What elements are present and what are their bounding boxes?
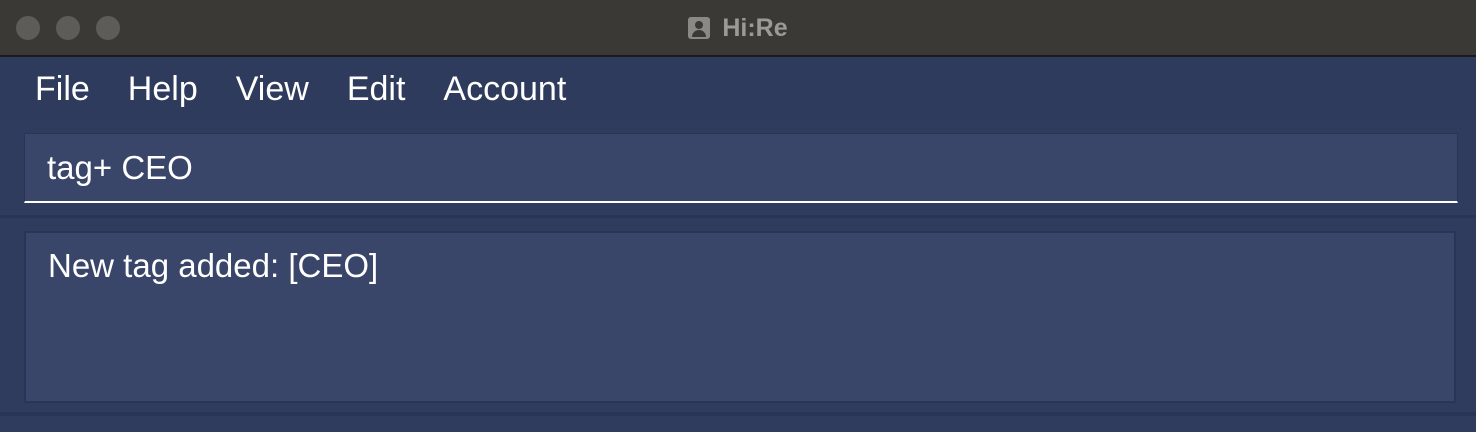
main-content: New tag added: [CEO]: [0, 121, 1476, 432]
app-window: Hi:Re File Help View Edit Account New ta…: [0, 0, 1476, 432]
title-bar: Hi:Re: [0, 0, 1476, 56]
menu-view[interactable]: View: [217, 57, 328, 121]
menu-account[interactable]: Account: [424, 57, 585, 121]
menu-bar: File Help View Edit Account: [0, 57, 1476, 121]
result-display: New tag added: [CEO]: [24, 231, 1456, 403]
menu-file[interactable]: File: [16, 57, 109, 121]
window-title: Hi:Re: [722, 13, 788, 42]
menu-edit[interactable]: Edit: [328, 57, 425, 121]
divider: [0, 215, 1476, 218]
command-input[interactable]: [25, 134, 1457, 201]
command-box: [24, 133, 1458, 203]
divider: [0, 412, 1476, 416]
title-group: Hi:Re: [0, 0, 1476, 56]
menu-help[interactable]: Help: [109, 57, 217, 121]
result-message: New tag added: [CEO]: [48, 247, 379, 284]
person-icon: [688, 17, 711, 39]
